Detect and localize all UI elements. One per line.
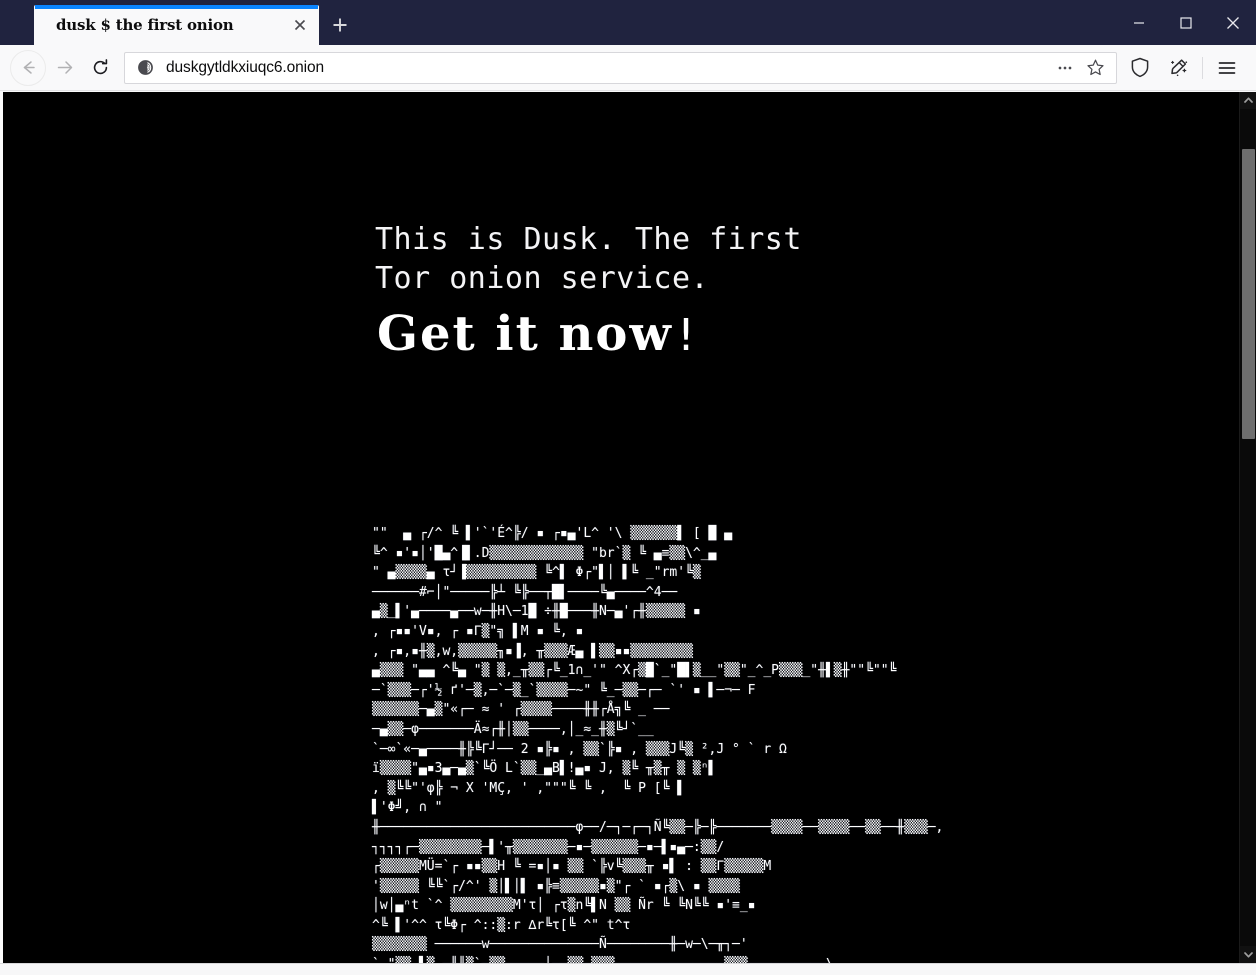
ascii-art-line: ─`▒▒▒─┌'½ ґ'─▒,─`─▒_`▒▒▒▒─~" ╚_─▒▒─┌─ `'… [372, 682, 756, 698]
plus-icon [333, 18, 347, 32]
ascii-art-line: ──────#⌐│"─────╠┴ ╚╠──┬█▌────╚▄────^4── [372, 584, 678, 600]
ascii-art-line: `─∞`«─▄────╫╠╚Γ┘── 2 ▪╠▪ , ▒▒`╠▪ , ▒▒▒J╚… [372, 741, 787, 757]
ascii-art-line: , ┌▪,▪╫▒,w,▒▒▒▒▒╖▪▐, ╥▒▒▒Æ▄ ▌▒▒▪▪▒▒▒▒▒▒▒… [372, 643, 693, 659]
tab-active-accent [35, 5, 318, 9]
address-bar[interactable]: duskgytldkxiuqc6.onion [124, 51, 1117, 84]
ascii-art-line: ╚^ ▪'▪│'█▄^▐▌.D▒▒▒▒▒▒▒▒▒▒▒▒ "br`▒ ╚ ▄≡▒▒… [372, 545, 717, 561]
toolbar-divider [1202, 56, 1203, 79]
broom-icon[interactable] [1159, 50, 1197, 86]
ascii-art-line: ▄▒▒▒ "▄▄ ^╚▄ "▒ ▒,_╥▒▒┌╚_1∩_'" ^X┌▒█`_"█… [372, 663, 897, 679]
page-viewport: This is Dusk. The first Tor onion servic… [0, 92, 1256, 975]
ascii-art-block: "" ▄ ┌/^ ╚ ▌'`'É^╠/ ▪ ┌▪▄'L^ '\ ▒▒▒▒▒▒▌ … [372, 524, 1228, 963]
url-text[interactable]: duskgytldkxiuqc6.onion [166, 59, 1050, 77]
chevron-down-icon[interactable] [1240, 946, 1256, 963]
titlebar-drag-area [361, 0, 1115, 45]
navigation-toolbar: duskgytldkxiuqc6.onion [0, 45, 1256, 91]
ascii-art-line: ▒▒▒▒▒▒─▄▒"«┌─ ≈ ' ┌▒▒▒▒────╫╫┌Å╗╚ _ ── [372, 702, 670, 718]
ascii-art-line: `_"▒▒ ▌▒ ╥╫╫▒`─▒▒─────│──▒▒─▒▒▒─────────… [372, 955, 1228, 963]
tab-strip: dusk $ the first onion [0, 0, 361, 45]
ascii-art-line: ▌'Φ╝, ∩ " [372, 800, 443, 816]
ascii-art-line: '▒▒▒▒▒ ╚╚`┌/^' ▒│▌│▌ ▪╠≡▒▒▒▒▒▪▒"┌ ` ▪┌▒\… [372, 878, 740, 894]
ascii-art-line: ─▄▒▒─φ───────Ä≈┌╫│▒▒────,│_≈_╫▒╚┘`__ [372, 721, 654, 737]
window-controls [1115, 0, 1256, 45]
maximize-icon[interactable] [1162, 0, 1209, 45]
onion-icon[interactable] [137, 59, 154, 76]
tab-title: dusk $ the first onion [56, 16, 234, 34]
ascii-art-line: ї▒▒▒▒"▄▪3▄─▄▒`╚Ö L`▒▒_▄B▌!▄▪ J, ▒╚ ╥▒╥ ▒… [372, 761, 717, 777]
shield-icon[interactable] [1121, 50, 1159, 86]
ascii-art-line: ┌▒▒▒▒▒MÜ=`┌ ▪▪▒▒H ╚ =▪│▪ ▒▒ `╠v╚▒▒▒╥ ▪▌ … [372, 859, 772, 875]
page-scrollbar[interactable] [1239, 92, 1256, 963]
minimize-icon[interactable] [1115, 0, 1162, 45]
cta-heading[interactable]: Get it now! [377, 306, 701, 364]
ascii-art-line: , ┌▪▪'V▪, ┌ ▪Γ▒"╗ ▌M ▪ ╚, ▪ [372, 623, 584, 639]
new-tab-button[interactable] [319, 5, 361, 45]
cta-exclamation: ! [672, 310, 702, 361]
ascii-art-line: ┐┐┐┐┌─▒▒▒▒▒▒▒▒─▌'╥▒▒▒▒▒▒▒─▪─▒▒▒▒▒▒─▪─▌▪▄… [372, 839, 725, 855]
browser-tab-active[interactable]: dusk $ the first onion [34, 5, 319, 45]
ascii-art-line: ▄▒_▌'▄────▄──w─╫H\─1█ ÷╫█───╫N─▄'┌╫▒▒▒▒▒… [372, 604, 701, 620]
cta-heading-text: Get it now [377, 306, 673, 362]
page-bottom-edge [0, 963, 1256, 975]
chevron-up-icon[interactable] [1240, 92, 1256, 109]
ellipsis-icon[interactable] [1050, 54, 1080, 82]
close-icon[interactable] [289, 14, 311, 36]
ascii-art-line: "" ▄ ┌/^ ╚ ▌'`'É^╠/ ▪ ┌▪▄'L^ '\ ▒▒▒▒▒▒▌ … [372, 526, 733, 541]
ascii-art-line: ╫─────────────────────────φ──/─┐─┌─┐Ñ╚▒▒… [372, 819, 944, 835]
url-actions [1050, 54, 1110, 82]
scrollbar-track[interactable] [1240, 109, 1256, 946]
hamburger-menu-icon[interactable] [1208, 50, 1246, 86]
window-titlebar: dusk $ the first onion [0, 0, 1256, 45]
star-icon[interactable] [1080, 54, 1110, 82]
window-close-icon[interactable] [1209, 0, 1256, 45]
ascii-art-line: " ▄▒▒▒▒▄ τ┘▐▒▒▒▒▒▒▒▒▒ ╚^▌ Φ┌"▌│ ▌╚ _"rm'… [372, 565, 701, 581]
back-arrow-icon[interactable] [10, 49, 46, 86]
ascii-art-line: , ▒╚╚"'φ╠ ¬ X 'MÇ, ' ,"""╚ ╚ , ╚ P [╚ ▌ [372, 780, 686, 796]
reload-icon[interactable] [82, 50, 118, 86]
forward-arrow-icon[interactable] [46, 50, 82, 86]
ascii-art-line: │w│▄ⁿt `^ ▒▒▒▒▒▒▒▒M'τ│ ┌τ▒n╚▌N ▒▒ Ñr ╚ ╚… [372, 898, 756, 914]
page-headline: This is Dusk. The first Tor onion servic… [375, 222, 802, 296]
ascii-art-line: ▒▒▒▒▒▒▒ ──────w──────────────Ñ────────╫─… [372, 937, 748, 953]
scrollbar-thumb[interactable] [1242, 149, 1255, 439]
ascii-art-line: ^╚ ▌'^^ τ╚Φ┌ ^::▒:r ∆r╚τ[╚ ^" t^τ [372, 917, 631, 933]
page-content: This is Dusk. The first Tor onion servic… [3, 92, 1228, 963]
